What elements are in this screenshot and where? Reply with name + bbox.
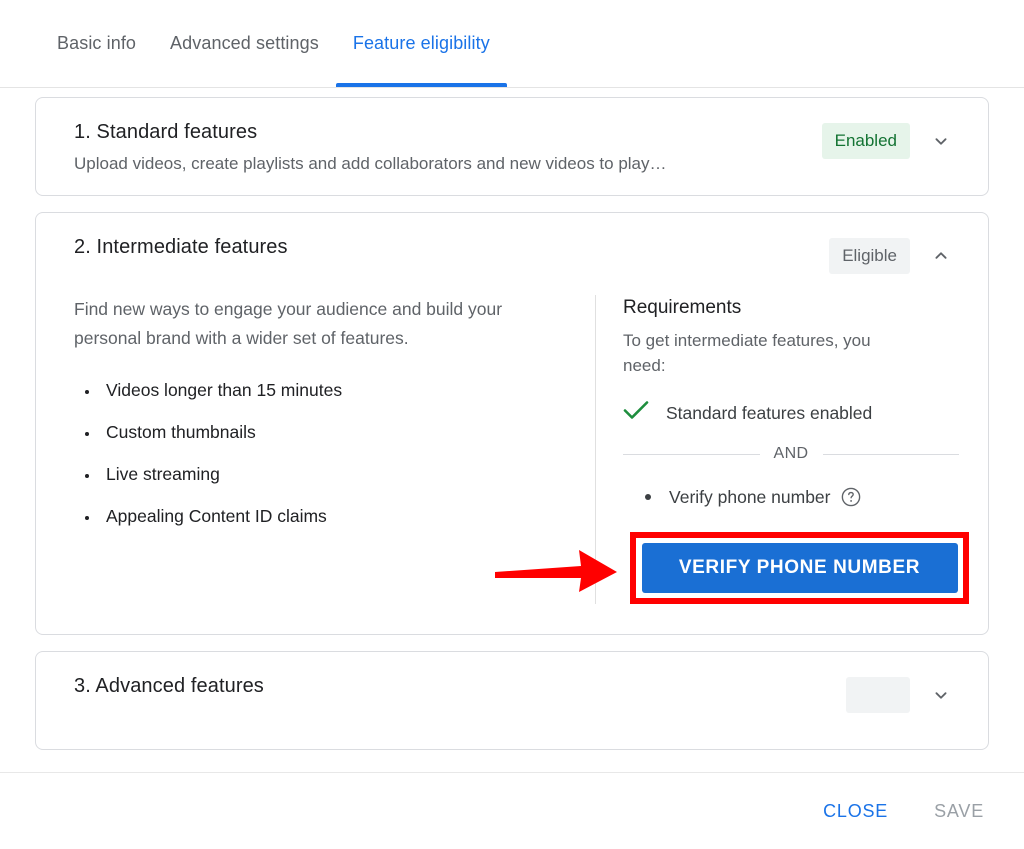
tab-bar: Basic info Advanced settings Feature eli…: [0, 0, 1024, 88]
dialog-body[interactable]: 1. Standard features Upload videos, crea…: [0, 88, 1024, 773]
help-circle-icon[interactable]: [840, 486, 862, 508]
tab-advanced-settings[interactable]: Advanced settings: [153, 0, 336, 87]
requirements-conjunction: AND: [623, 445, 964, 463]
close-button[interactable]: CLOSE: [807, 791, 904, 832]
requirements-heading: Requirements: [623, 297, 742, 318]
card-subtitle: Upload videos, create playlists and add …: [74, 154, 667, 173]
card-advanced-features[interactable]: 3. Advanced features: [35, 651, 989, 750]
card-header[interactable]: 3. Advanced features: [36, 652, 988, 749]
status-badge: [846, 677, 910, 713]
status-badge: Eligible: [829, 238, 910, 274]
chevron-down-icon[interactable]: [918, 121, 964, 161]
dialog-footer: CLOSE SAVE: [0, 773, 1024, 849]
card-header-text: 2. Intermediate features: [74, 234, 829, 260]
card-header[interactable]: 2. Intermediate features Eligible: [36, 213, 988, 295]
tab-basic-info[interactable]: Basic info: [40, 0, 153, 87]
requirement-completed: Standard features enabled: [623, 400, 964, 425]
red-arrow-annotation-icon: [495, 550, 617, 592]
list-item: Videos longer than 15 minutes: [100, 377, 555, 404]
card-subtitle: [74, 706, 846, 730]
card-header-right: Eligible: [829, 234, 964, 276]
bullet-icon: [645, 494, 651, 500]
list-item: Appealing Content ID claims: [100, 503, 555, 530]
red-box-annotation: VERIFY PHONE NUMBER: [630, 532, 969, 604]
requirement-pending: Verify phone number: [623, 485, 964, 509]
check-icon: [623, 400, 649, 425]
card-body: Find new ways to engage your audience an…: [36, 295, 988, 634]
card-header-right: Enabled: [821, 119, 964, 161]
requirements-column: Requirements To get intermediate feature…: [495, 295, 969, 604]
features-description: Find new ways to engage your audience an…: [74, 299, 503, 348]
divider-right: [822, 453, 960, 455]
tab-label: Feature eligibility: [352, 32, 490, 53]
chevron-down-icon[interactable]: [918, 675, 964, 715]
save-button[interactable]: SAVE: [918, 791, 1000, 832]
card-intermediate-features[interactable]: 2. Intermediate features Eligible Find n…: [35, 212, 989, 635]
verify-action-area: VERIFY PHONE NUMBER: [495, 532, 969, 604]
requirement-label: Verify phone number: [669, 487, 831, 507]
tab-label: Basic info: [57, 32, 137, 53]
card-header-text: 3. Advanced features: [74, 673, 846, 730]
divider-left: [623, 453, 760, 455]
card-header-text: 1. Standard features Upload videos, crea…: [74, 119, 822, 176]
list-item: Live streaming: [100, 461, 555, 488]
features-list: Videos longer than 15 minutes Custom thu…: [74, 377, 555, 530]
card-header-right: [846, 673, 964, 715]
list-item: Custom thumbnails: [100, 419, 555, 446]
requirement-label: Standard features enabled: [666, 402, 873, 423]
chevron-up-icon[interactable]: [918, 236, 964, 276]
card-title: 1. Standard features: [74, 121, 258, 143]
card-title: 3. Advanced features: [74, 675, 264, 697]
status-badge: Enabled: [821, 123, 910, 159]
feature-eligibility-dialog: Basic info Advanced settings Feature eli…: [0, 0, 1024, 849]
card-standard-features[interactable]: 1. Standard features Upload videos, crea…: [35, 97, 989, 196]
verify-phone-number-button[interactable]: VERIFY PHONE NUMBER: [641, 543, 958, 593]
tab-label: Advanced settings: [170, 32, 319, 53]
requirements-intro: To get intermediate features, you need:: [623, 331, 871, 375]
tab-feature-eligibility[interactable]: Feature eligibility: [335, 0, 507, 87]
card-header[interactable]: 1. Standard features Upload videos, crea…: [36, 98, 988, 195]
card-title: 2. Intermediate features: [74, 236, 288, 258]
conjunction-label: AND: [773, 445, 809, 462]
